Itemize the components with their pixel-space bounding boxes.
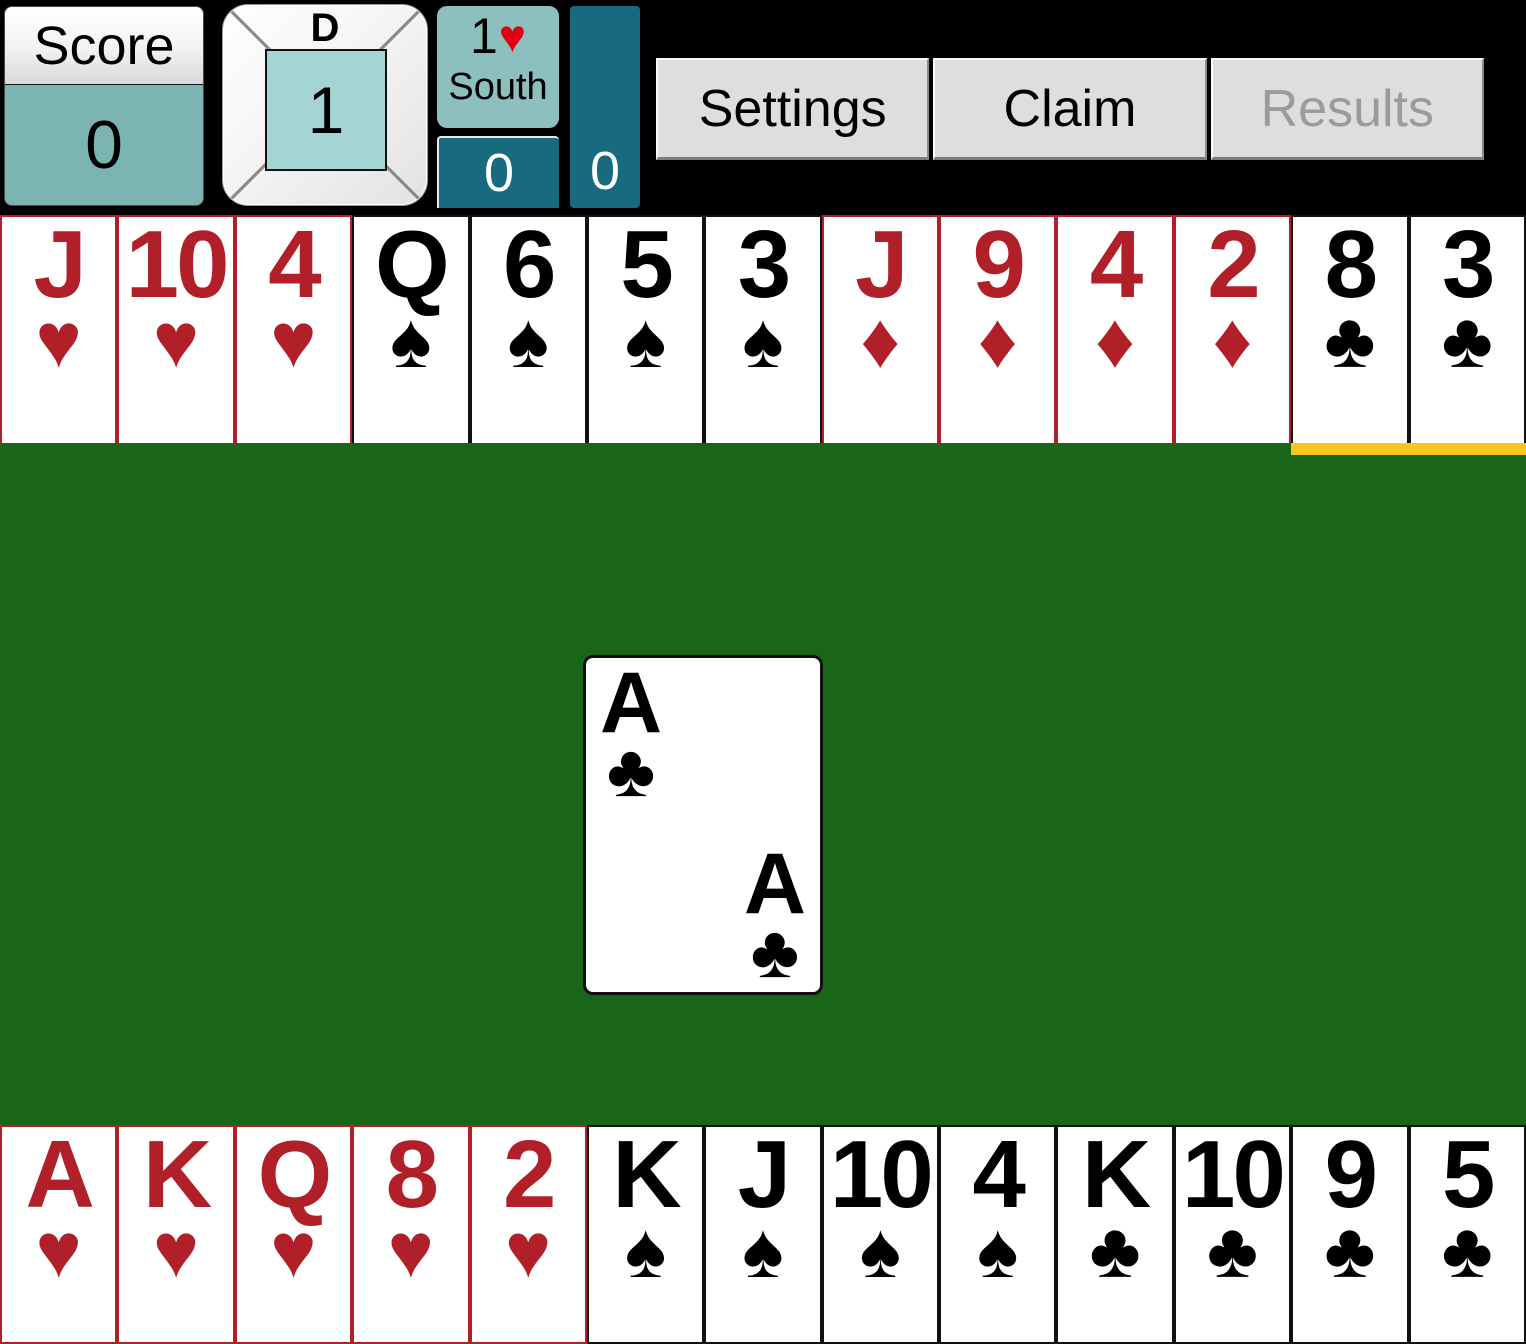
diamond-icon: ♦ [860, 296, 901, 385]
card-9-of-diamonds[interactable]: 9 ♦ [939, 215, 1057, 447]
club-icon: ♣ [1441, 1206, 1493, 1295]
diamond-icon: ♦ [977, 296, 1018, 385]
spade-icon: ♠ [390, 296, 432, 385]
card-10-of-spades[interactable]: 10 ♠ [821, 1125, 939, 1344]
card-k-of-hearts[interactable]: K ♥ [117, 1125, 235, 1344]
heart-icon: ♥ [152, 296, 200, 385]
spade-icon: ♠ [742, 1206, 784, 1295]
score-value: 0 [5, 85, 203, 205]
contract-indicator[interactable]: 1 ♥ South [437, 6, 559, 128]
club-icon: ♣ [606, 729, 656, 813]
card-j-of-diamonds[interactable]: J ♦ [821, 215, 939, 447]
played-card[interactable]: A ♣ A ♣ [583, 655, 823, 995]
results-button: Results [1210, 58, 1484, 160]
heart-icon: ♥ [505, 1206, 552, 1295]
spade-icon: ♠ [507, 296, 549, 385]
club-icon-2: ♣ [750, 909, 800, 993]
card-a-of-hearts[interactable]: A ♥ [0, 1125, 118, 1344]
card-j-of-hearts[interactable]: J ♥ [0, 215, 118, 447]
spade-icon: ♠ [859, 1206, 902, 1295]
spade-icon: ♠ [742, 296, 784, 385]
spade-icon: ♠ [976, 1206, 1019, 1295]
card-10-of-hearts[interactable]: 10 ♥ [117, 215, 235, 447]
heart-icon: ♥ [35, 296, 82, 385]
card-k-of-clubs[interactable]: K ♣ [1056, 1125, 1174, 1344]
settings-button[interactable]: Settings [656, 58, 930, 160]
dealer-marker-north: D [310, 6, 340, 50]
defence-tricks-counter: 0 [570, 6, 640, 208]
card-4-of-diamonds[interactable]: 4 ♦ [1056, 215, 1174, 447]
club-icon: ♣ [1089, 1206, 1141, 1295]
played-card-corner-top-left: A ♣ [600, 660, 662, 813]
card-j-of-spades[interactable]: J ♠ [704, 1125, 822, 1344]
card-6-of-spades[interactable]: 6 ♠ [469, 215, 587, 447]
board-dealer-indicator[interactable]: D 1 [222, 4, 428, 206]
south-hand: A ♥ K ♥ Q ♥ 8 ♥ 2 ♥ K ♠ J ♠ 10 ♠ 4 ♠ K ♣ 10 ♣ 9 ♣ 5 ♣ [0, 1125, 1526, 1344]
club-icon: ♣ [1324, 1206, 1376, 1295]
card-3-of-spades[interactable]: 3 ♠ [704, 215, 822, 447]
heart-icon: ♥ [387, 1206, 434, 1295]
board-number: 1 [265, 49, 387, 171]
card-5-of-clubs[interactable]: 5 ♣ [1408, 1125, 1526, 1344]
card-k-of-spades[interactable]: K ♠ [586, 1125, 705, 1344]
card-4-of-spades[interactable]: 4 ♠ [939, 1125, 1057, 1344]
diamond-icon: ♦ [1095, 296, 1135, 385]
card-2-of-hearts[interactable]: 2 ♥ [469, 1125, 587, 1344]
card-q-of-hearts[interactable]: Q ♥ [234, 1125, 353, 1344]
club-icon: ♣ [1206, 1206, 1259, 1295]
card-8-of-hearts[interactable]: 8 ♥ [352, 1125, 470, 1344]
spade-icon: ♠ [624, 296, 667, 385]
heart-icon: ♥ [270, 1206, 317, 1295]
diamond-icon: ♦ [1212, 296, 1253, 385]
spade-icon: ♠ [624, 1206, 667, 1295]
declarer-tricks-counter: 0 [437, 136, 559, 208]
played-card-corner-bottom-right: A ♣ [744, 841, 806, 993]
card-4-of-hearts[interactable]: 4 ♥ [234, 215, 353, 447]
card-q-of-spades[interactable]: Q ♠ [352, 215, 470, 447]
card-8-of-clubs[interactable]: 8 ♣ [1291, 215, 1409, 447]
toolbar-buttons: Settings Claim Results [656, 58, 1484, 160]
score-panel: Score 0 [4, 6, 204, 206]
north-hand: J ♥ 10 ♥ 4 ♥ Q ♠ 6 ♠ 5 ♠ 3 ♠ J ♦ 9 ♦ 4 ♦ 2 ♦ 8 ♣ 3 ♣ [0, 215, 1526, 447]
heart-icon: ♥ [35, 1206, 82, 1295]
playable-cards-highlight [1291, 443, 1526, 455]
card-5-of-spades[interactable]: 5 ♠ [586, 215, 705, 447]
heart-icon: ♥ [270, 296, 317, 385]
contract-level: 1 [469, 8, 498, 64]
top-status-bar: Score 0 D 1 1 ♥ South 0 0 Settings Claim… [0, 0, 1526, 212]
contract-declarer: South [448, 66, 548, 108]
claim-button[interactable]: Claim [933, 58, 1207, 160]
club-icon: ♣ [1441, 296, 1493, 385]
card-10-of-clubs[interactable]: 10 ♣ [1173, 1125, 1292, 1344]
heart-icon: ♥ [498, 10, 527, 62]
club-icon: ♣ [1324, 296, 1376, 385]
contract-level-suit: 1 ♥ [470, 8, 526, 64]
card-9-of-clubs[interactable]: 9 ♣ [1291, 1125, 1409, 1344]
card-3-of-clubs[interactable]: 3 ♣ [1408, 215, 1526, 447]
card-2-of-diamonds[interactable]: 2 ♦ [1173, 215, 1292, 447]
score-label: Score [5, 7, 203, 85]
heart-icon: ♥ [152, 1206, 200, 1295]
